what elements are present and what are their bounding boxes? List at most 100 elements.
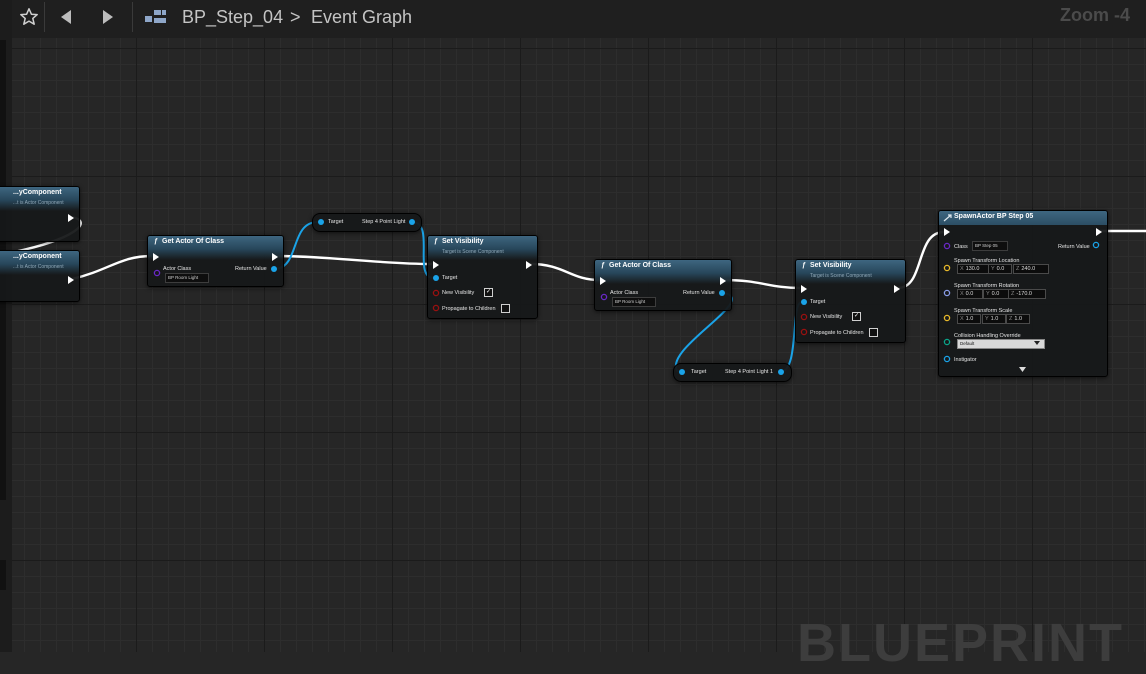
blueprint-watermark: BLUEPRINT <box>797 613 1124 673</box>
class-pin-icon[interactable] <box>153 269 161 277</box>
rotation-z-field[interactable]: Z -170.0 <box>1008 289 1046 299</box>
location-z-field[interactable]: Z 240.0 <box>1013 264 1049 274</box>
node-title: Get Actor Of Class <box>609 262 671 269</box>
node-title: ...yComponent <box>13 253 62 260</box>
variable-label: Step 4 Point Light 1 <box>725 369 774 375</box>
exec-in-pin[interactable] <box>944 228 950 236</box>
exec-out-pin[interactable] <box>272 253 278 261</box>
target-label: Target <box>328 219 344 225</box>
exec-out-pin[interactable] <box>68 276 74 284</box>
exec-out-pin[interactable] <box>526 261 532 269</box>
exec-out-pin[interactable] <box>68 214 74 222</box>
new-visibility-label: New Visibility <box>810 314 843 320</box>
new-visibility-label: New Visibility <box>442 290 475 296</box>
object-pin-icon[interactable] <box>317 218 325 226</box>
scale-x-value: 1.0 <box>965 316 974 322</box>
expand-advanced-chevron-icon[interactable] <box>1019 367 1027 373</box>
exec-in-pin[interactable] <box>433 261 439 269</box>
collision-handling-dropdown[interactable]: Default <box>957 339 1045 349</box>
bool-pin-icon[interactable] <box>432 289 440 297</box>
exec-in-pin[interactable] <box>600 277 606 285</box>
vector-pin-icon[interactable] <box>943 314 951 322</box>
propagate-to-children-label: Propagate to Children <box>810 330 864 336</box>
scale-y-value: 1.0 <box>990 316 999 322</box>
byte-pin-icon[interactable] <box>943 338 951 346</box>
spawn-actor-node[interactable]: SpawnActor BP Step 05 Class BP Step 05 R… <box>938 210 1108 377</box>
scale-z-value: 1.0 <box>1014 316 1023 322</box>
scale-y-field[interactable]: Y 1.0 <box>982 314 1006 324</box>
object-pin-icon[interactable] <box>1092 241 1100 249</box>
propagate-to-children-label: Propagate to Children <box>442 306 496 312</box>
rotation-y-field[interactable]: Y 0.0 <box>983 289 1009 299</box>
node-subtitle: ...t is Actor Component <box>13 264 64 270</box>
rotation-x-field[interactable]: X 0.0 <box>957 289 983 299</box>
location-y-field[interactable]: Y 0.0 <box>988 264 1012 274</box>
star-icon[interactable] <box>16 0 42 34</box>
location-x-field[interactable]: X 130.0 <box>957 264 989 274</box>
new-visibility-checkbox[interactable]: ✓ <box>852 312 861 321</box>
variable-label: Step 4 Point Light <box>362 219 406 225</box>
axis-z-label: Z <box>1016 266 1020 272</box>
actor-class-dropdown[interactable]: BP Room Light <box>165 273 209 283</box>
breadcrumb-event-graph[interactable]: Event Graph <box>311 4 412 30</box>
get-actor-of-class-node[interactable]: ƒ Get Actor Of Class Actor Class BP Room… <box>147 235 284 287</box>
left-panel-notch <box>0 560 6 590</box>
bool-pin-icon[interactable] <box>432 304 440 312</box>
bool-pin-icon[interactable] <box>800 328 808 336</box>
node-subtitle: Target is Scene Component <box>442 249 504 255</box>
exec-out-pin[interactable] <box>720 277 726 285</box>
return-value-label: Return Value <box>235 266 267 272</box>
location-z-value: 240.0 <box>1021 266 1036 272</box>
return-value-label: Return Value <box>1058 244 1090 250</box>
chevron-down-icon <box>1034 341 1040 345</box>
vector-pin-icon[interactable] <box>943 264 951 272</box>
zoom-level: Zoom -4 <box>1060 5 1130 25</box>
node-title: ...yComponent <box>13 189 62 196</box>
bool-pin-icon[interactable] <box>800 313 808 321</box>
arrow-right-icon[interactable] <box>96 0 120 34</box>
object-pin-icon[interactable] <box>777 368 785 376</box>
exec-out-pin[interactable] <box>1096 228 1102 236</box>
class-pin-icon[interactable] <box>943 242 951 250</box>
partial-component-node-top[interactable]: ...yComponent ...t is Actor Component <box>0 186 80 242</box>
exec-in-pin[interactable] <box>153 253 159 261</box>
new-visibility-checkbox[interactable]: ✓ <box>484 288 493 297</box>
propagate-to-children-checkbox[interactable] <box>869 328 878 337</box>
object-pin-icon[interactable] <box>678 368 686 376</box>
object-pin-icon[interactable] <box>408 218 416 226</box>
object-pin-icon[interactable] <box>718 289 726 297</box>
exec-out-pin[interactable] <box>894 285 900 293</box>
partial-component-node-bottom[interactable]: ...yComponent ...t is Actor Component <box>0 250 80 302</box>
scale-z-field[interactable]: Z 1.0 <box>1006 314 1030 324</box>
object-pin-icon[interactable] <box>432 274 440 282</box>
breadcrumb-blueprint[interactable]: BP_Step_04 <box>182 4 283 30</box>
get-actor-of-class-node[interactable]: ƒ Get Actor Of Class Actor Class BP Room… <box>594 259 732 311</box>
point-light-variable-node[interactable]: Target Step 4 Point Light 1 <box>673 363 792 382</box>
object-pin-icon[interactable] <box>800 298 808 306</box>
class-dropdown[interactable]: BP Step 05 <box>972 241 1008 251</box>
spawn-icon <box>943 214 952 222</box>
axis-x-label: X <box>960 291 964 297</box>
set-visibility-node[interactable]: ƒ Set Visibility Target is Scene Compone… <box>795 259 906 343</box>
arrow-left-icon[interactable] <box>54 0 78 34</box>
node-title: Get Actor Of Class <box>162 238 224 245</box>
instigator-label: Instigator <box>954 357 977 363</box>
point-light-variable-node[interactable]: Target Step 4 Point Light <box>312 213 422 232</box>
function-icon: ƒ <box>601 262 605 269</box>
rotation-y-value: 0.0 <box>991 291 1000 297</box>
scale-x-field[interactable]: X 1.0 <box>957 314 981 324</box>
propagate-to-children-checkbox[interactable] <box>501 304 510 313</box>
class-pin-icon[interactable] <box>600 293 608 301</box>
set-visibility-node[interactable]: ƒ Set Visibility Target is Scene Compone… <box>427 235 538 319</box>
exec-in-pin[interactable] <box>801 285 807 293</box>
rotator-pin-icon[interactable] <box>943 289 951 297</box>
toolbar-separator <box>44 2 45 32</box>
location-x-value: 130.0 <box>965 266 980 272</box>
object-pin-icon[interactable] <box>943 355 951 363</box>
rotation-z-value: -170.0 <box>1016 291 1032 297</box>
actor-class-dropdown[interactable]: BP Room Light <box>612 297 656 307</box>
function-icon: ƒ <box>154 238 158 245</box>
object-pin-icon[interactable] <box>270 265 278 273</box>
breadcrumb-separator: > <box>290 7 301 27</box>
node-subtitle: ...t is Actor Component <box>13 200 64 206</box>
